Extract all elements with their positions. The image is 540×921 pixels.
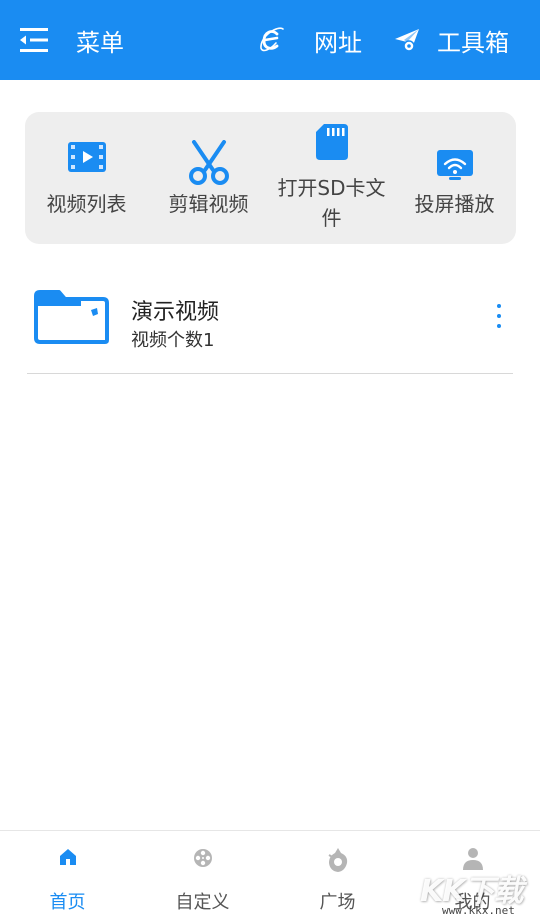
video-list-icon [67,142,106,172]
folder-list-item[interactable]: 演示视频 视频个数1 [27,270,513,374]
more-dot-icon [497,324,501,328]
folder-video-count: 视频个数1 [131,330,215,351]
edit-video-button[interactable]: 剪辑视频 [147,112,270,244]
nav-home-label: 首页 [49,892,86,913]
url-label: 网址 [314,28,362,57]
open-sd-card-label-line2: 件 [321,206,342,230]
nav-home[interactable]: 首页 [0,831,135,921]
cast-screen-icon [436,150,473,180]
watermark: KK下载 www.kkx.net [420,866,538,920]
nav-custom[interactable]: 自定义 [135,831,270,921]
menu-label: 菜单 [76,28,124,57]
nav-plaza[interactable]: 广场 [270,831,405,921]
scissors-icon [188,140,229,185]
edit-video-label: 剪辑视频 [168,192,249,216]
more-options-button[interactable] [491,300,507,332]
watermark-url: www.kkx.net [442,904,515,917]
folder-title: 演示视频 [131,300,220,325]
cast-screen-label: 投屏播放 [414,192,495,216]
quick-actions-panel: 视频列表 剪辑视频 打开SD卡文 件 投屏播放 [25,112,516,244]
home-icon [59,849,76,865]
open-sd-card-button[interactable]: 打开SD卡文 件 [270,112,393,244]
open-sd-card-label-line1: 打开SD卡文 [277,176,386,200]
sd-card-icon [315,124,348,160]
url-button[interactable]: 网址 [258,0,362,80]
nav-custom-label: 自定义 [175,892,230,913]
video-list-label: 视频列表 [46,192,127,216]
more-dot-icon [497,314,501,318]
menu-button[interactable]: 菜单 [18,0,124,80]
cast-screen-button[interactable]: 投屏播放 [393,112,516,244]
more-dot-icon [497,304,501,308]
menu-collapse-icon [20,28,48,52]
film-reel-icon [193,849,212,867]
plaza-icon [327,848,347,872]
browser-e-icon [260,27,284,52]
paper-plane-gear-icon [395,29,419,52]
folder-icon [34,290,109,344]
toolbox-button[interactable]: 工具箱 [393,0,509,80]
top-app-bar: 菜单 网址 工具箱 [0,0,540,80]
toolbox-label: 工具箱 [437,28,509,57]
nav-plaza-label: 广场 [319,892,356,913]
video-list-button[interactable]: 视频列表 [25,112,148,244]
